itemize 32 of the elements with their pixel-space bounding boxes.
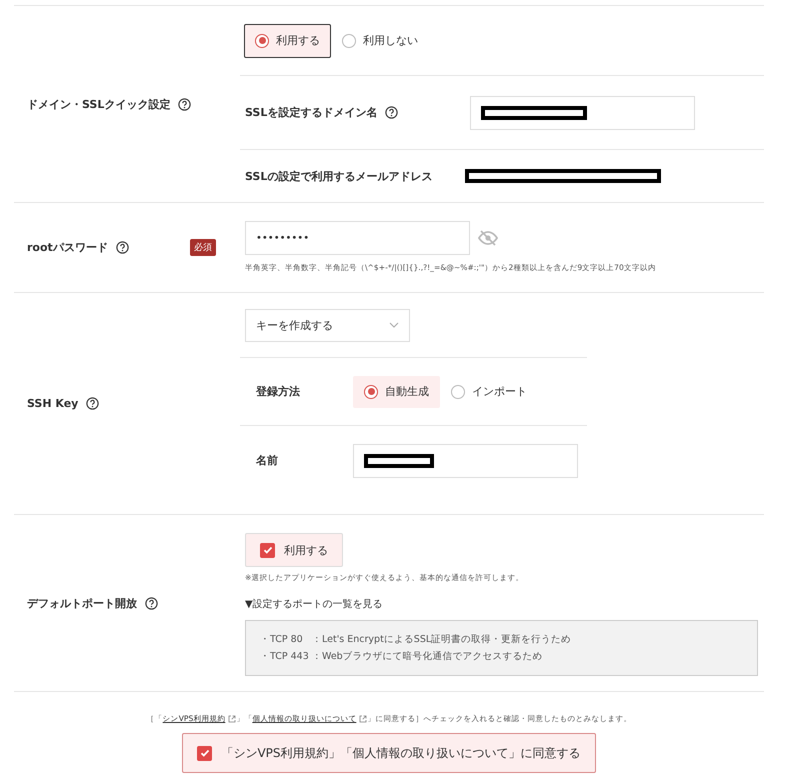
port-item: ・TCP 80 ：Let's EncryptによるSSL証明書の取得・更新を行うため: [260, 633, 572, 646]
radio-option[interactable]: インポート: [440, 376, 538, 408]
domain-field[interactable]: [470, 96, 695, 130]
key-name-field[interactable]: [353, 444, 578, 478]
key-select[interactable]: キーを作成する: [245, 308, 410, 342]
help-icon[interactable]: [116, 241, 129, 254]
help-icon[interactable]: [145, 596, 158, 610]
field-label: SSLを設定するドメイン名: [245, 105, 378, 120]
required-badge: 必須: [190, 239, 216, 256]
password-field[interactable]: •••••••••: [245, 221, 470, 255]
port-list-toggle[interactable]: ▼設定するポートの一覧を見る: [245, 597, 764, 611]
checkmark-icon: [200, 748, 210, 758]
radio-option[interactable]: 利用する: [244, 24, 331, 58]
radio-option[interactable]: 利用しない: [331, 24, 429, 58]
field-label: 登録方法: [256, 384, 301, 399]
field-label: 名前: [256, 453, 279, 468]
section-label: rootパスワード: [27, 240, 108, 255]
agree-checkbox[interactable]: 「シンVPS利用規約」「個人情報の取り扱いについて」に同意する: [182, 733, 596, 773]
chevron-down-icon: [389, 322, 399, 328]
field-label: SSLの設定で利用するメールアドレス: [245, 168, 432, 184]
port-item: ・TCP 443 ：Webブラウザにて暗号化通信でアクセスするため: [260, 650, 544, 663]
section-label: SSH Key: [27, 397, 78, 410]
checkbox-option[interactable]: 利用する: [245, 533, 343, 567]
radio-option[interactable]: 自動生成: [353, 376, 440, 408]
checkmark-icon: [262, 545, 272, 555]
section-label: ドメイン・SSLクイック設定: [27, 96, 170, 112]
help-icon[interactable]: [86, 397, 100, 410]
section-label: デフォルトポート開放: [27, 596, 137, 610]
external-link-icon: [228, 715, 236, 723]
help-icon[interactable]: [385, 106, 398, 119]
help-icon[interactable]: [178, 98, 192, 110]
external-link-icon: [359, 715, 368, 723]
